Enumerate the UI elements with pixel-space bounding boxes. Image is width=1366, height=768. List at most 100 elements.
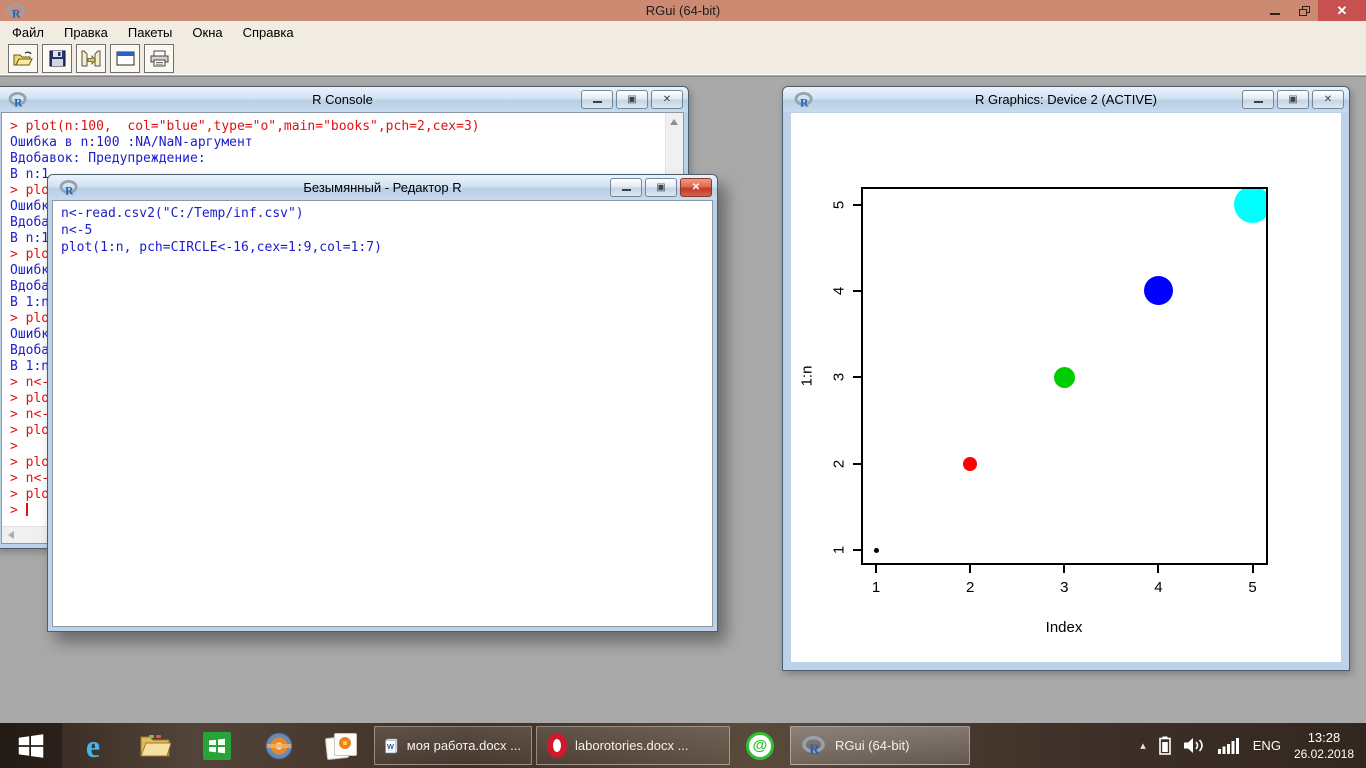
close-icon: ✕ (663, 95, 671, 105)
menu-packages[interactable]: Пакеты (118, 23, 183, 42)
maximize-icon: ▣ (656, 183, 665, 193)
r-logo-icon: R (8, 92, 28, 108)
main-caption-buttons: ✕ (1260, 0, 1366, 21)
taskbar-opera-button[interactable]: laborotories.docx ... (536, 726, 730, 765)
y-tick-label: 4 (831, 287, 848, 295)
internet-explorer-button[interactable]: e (62, 723, 124, 768)
save-floppy-icon (49, 50, 66, 67)
menu-file[interactable]: Файл (2, 23, 54, 42)
editor-client: n<-read.csv2("C:/Temp/inf.csv")n<-5plot(… (52, 200, 713, 627)
clock-time: 13:28 (1308, 730, 1341, 745)
language-indicator[interactable]: ENG (1253, 738, 1281, 753)
restore-icon (1299, 6, 1309, 15)
graphics-close-button[interactable]: ✕ (1312, 90, 1344, 109)
x-tick-mark (969, 565, 971, 573)
printer-icon (150, 50, 169, 67)
open-script-button[interactable] (8, 44, 38, 73)
y-tick-mark (853, 549, 861, 551)
graphics-client: Index 1:n 1234512345 (791, 113, 1341, 662)
photo-gallery-icon (326, 733, 356, 759)
y-tick-label: 3 (831, 373, 848, 381)
windows-start-icon (16, 732, 46, 760)
console-titlebar[interactable]: R R Console ▣ ✕ (0, 87, 688, 112)
x-tick-mark (1157, 565, 1159, 573)
text-cursor (26, 503, 28, 516)
graphics-minimize-button[interactable] (1242, 90, 1274, 109)
minimize-button[interactable] (1260, 0, 1289, 21)
scatter-plot: Index 1:n 1234512345 (791, 113, 1341, 662)
maximize-icon: ▣ (627, 95, 636, 105)
minimize-icon (622, 189, 631, 191)
y-axis-label: 1:n (799, 366, 816, 387)
taskbar-opera-label: laborotories.docx ... (575, 738, 688, 753)
r-logo-icon: R (59, 180, 79, 196)
menu-help[interactable]: Справка (233, 23, 304, 42)
taskbar-word-button[interactable]: W моя работа.docx ... (374, 726, 532, 765)
window-button[interactable] (110, 44, 140, 73)
y-tick-mark (853, 204, 861, 206)
close-icon: ✕ (1324, 95, 1332, 105)
taskbar-mailru-button[interactable]: @ (732, 723, 788, 768)
taskbar-clock[interactable]: 13:28 26.02.2018 (1294, 730, 1354, 762)
menu-edit[interactable]: Правка (54, 23, 118, 42)
main-window-titlebar[interactable]: R RGui (64-bit) ✕ (0, 0, 1366, 21)
start-button[interactable] (0, 723, 62, 768)
data-point (963, 457, 977, 471)
x-tick-label: 3 (1060, 579, 1068, 596)
system-tray: ▴ ENG 13:28 26.02.2018 (1140, 730, 1366, 762)
graphics-titlebar[interactable]: R R Graphics: Device 2 (ACTIVE) ▣ ✕ (783, 87, 1349, 112)
console-minimize-button[interactable] (581, 90, 613, 109)
r-logo-icon: R (801, 736, 827, 756)
windows-store-icon (202, 731, 232, 761)
data-point (874, 548, 879, 553)
taskbar-rgui-button[interactable]: R RGui (64-bit) (790, 726, 970, 765)
taskbar-word-label: моя работа.docx ... (407, 738, 521, 753)
minimize-icon (593, 101, 602, 103)
y-tick-label: 2 (831, 459, 848, 467)
print-button[interactable] (144, 44, 174, 73)
editor-line: plot(1:n, pch=CIRCLE<-16,cex=1:9,col=1:7… (61, 239, 712, 256)
graphics-maximize-button[interactable]: ▣ (1277, 90, 1309, 109)
movie-maker-button[interactable] (248, 723, 310, 768)
r-logo-icon: R (8, 92, 28, 108)
scroll-up-icon (670, 119, 678, 125)
console-line: > plot(n:100, col="blue",type="o",main="… (10, 119, 665, 135)
editor-minimize-button[interactable] (610, 178, 642, 197)
save-button[interactable] (42, 44, 72, 73)
battery-icon[interactable] (1159, 736, 1171, 755)
console-close-button[interactable]: ✕ (651, 90, 683, 109)
word-icon: W (385, 734, 399, 758)
restore-button[interactable] (1289, 0, 1318, 21)
scroll-left-icon (8, 531, 14, 539)
x-tick-mark (1252, 565, 1254, 573)
menu-bar: Файл Правка Пакеты Окна Справка (0, 21, 1366, 43)
x-tick-label: 5 (1248, 579, 1256, 596)
hidden-icons-button[interactable]: ▴ (1140, 739, 1146, 752)
console-maximize-button[interactable]: ▣ (616, 90, 648, 109)
editor-titlebar[interactable]: R Безымянный - Редактор R ▣ ✕ (48, 175, 717, 200)
mdi-area: R R Console ▣ ✕ > plot(n:100, col="blue"… (0, 76, 1366, 724)
speaker-icon[interactable] (1184, 737, 1205, 754)
minimize-icon (1254, 101, 1263, 103)
windows-store-button[interactable] (186, 723, 248, 768)
editor-close-button[interactable]: ✕ (680, 178, 712, 197)
network-signal-icon[interactable] (1218, 737, 1240, 754)
y-tick-label: 1 (831, 546, 848, 554)
close-button[interactable]: ✕ (1318, 0, 1366, 21)
editor-line: n<-read.csv2("C:/Temp/inf.csv") (61, 205, 712, 222)
svg-text:R: R (800, 97, 809, 108)
editor-text-area[interactable]: n<-read.csv2("C:/Temp/inf.csv")n<-5plot(… (53, 201, 712, 626)
x-tick-label: 4 (1154, 579, 1162, 596)
svg-text:R: R (65, 185, 74, 196)
photo-gallery-button[interactable] (310, 723, 372, 768)
console-line: Вдобавок: Предупреждение: (10, 151, 665, 167)
copy-paste-button[interactable] (76, 44, 106, 73)
plot-region (861, 187, 1268, 565)
r-logo-icon: R (794, 92, 814, 108)
toolbar (0, 43, 1366, 75)
minimize-icon (1270, 13, 1280, 15)
menu-windows[interactable]: Окна (182, 23, 232, 42)
file-explorer-button[interactable] (124, 723, 186, 768)
console-line: Ошибка в n:100 :NA/NaN-аргумент (10, 135, 665, 151)
editor-maximize-button[interactable]: ▣ (645, 178, 677, 197)
